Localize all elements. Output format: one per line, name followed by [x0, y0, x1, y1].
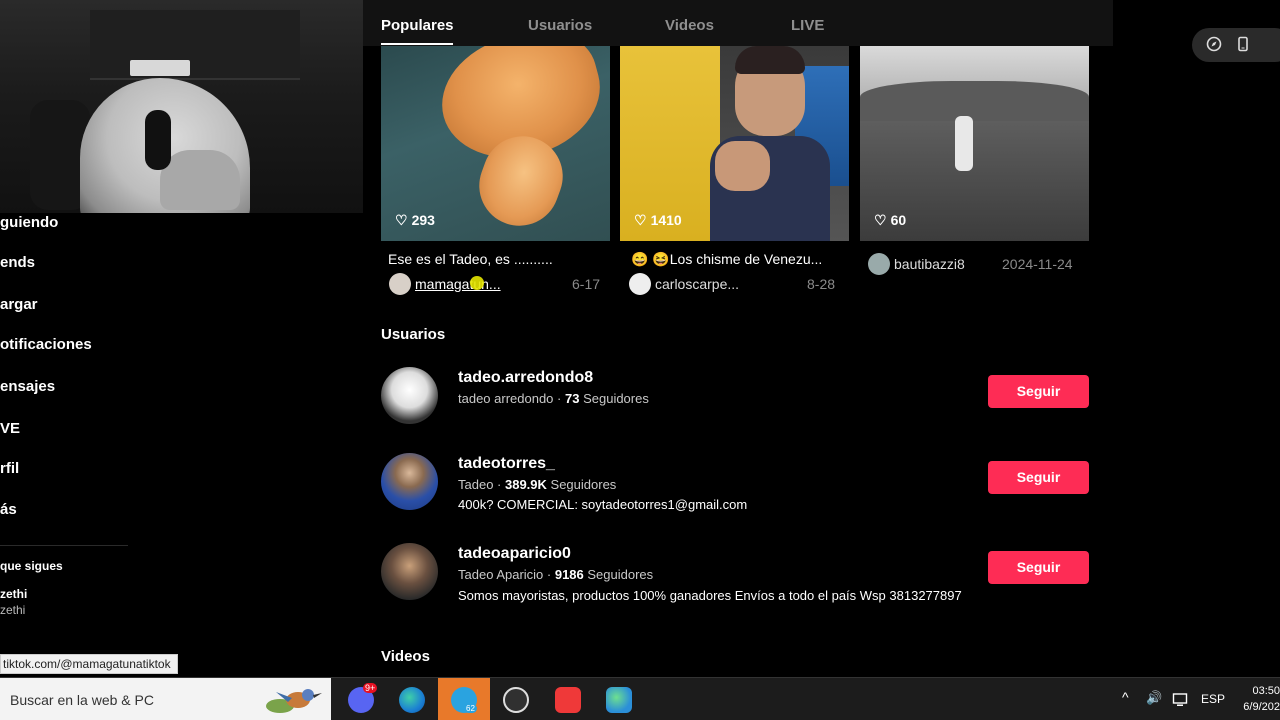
video-author[interactable]: carloscarpe...	[655, 276, 739, 292]
avatar[interactable]	[868, 253, 890, 275]
video-author[interactable]: mamagatun...	[415, 276, 501, 292]
webcam-overlay	[0, 0, 363, 213]
like-count: ♡ 1410	[634, 212, 682, 228]
following-account-name[interactable]: zethi	[0, 587, 27, 601]
tab-live[interactable]: LIVE	[791, 17, 824, 34]
avatar[interactable]	[389, 273, 411, 295]
avatar[interactable]	[381, 453, 438, 510]
telegram-badge: 62	[464, 704, 477, 713]
edge-icon[interactable]	[399, 687, 425, 713]
user-bio: 400k? COMERCIAL: soytadeotorres1@gmail.c…	[458, 497, 748, 512]
sidebar-item-profile[interactable]: rfil	[0, 460, 19, 477]
phone-icon[interactable]	[1234, 36, 1252, 54]
follow-button[interactable]: Seguir	[988, 461, 1089, 494]
follow-button[interactable]: Seguir	[988, 551, 1089, 584]
sidebar-item-more[interactable]: ás	[0, 501, 17, 518]
user-bio: Somos mayoristas, productos 100% ganador…	[458, 588, 962, 603]
user-handle[interactable]: tadeotorres_	[458, 455, 555, 473]
volume-icon[interactable]: 🔊	[1146, 690, 1162, 706]
video-card[interactable]: ♡ 1410	[620, 46, 849, 241]
avatar[interactable]	[381, 543, 438, 600]
vivaldi-icon[interactable]	[555, 687, 581, 713]
heart-icon: ♡	[395, 212, 408, 228]
like-count: ♡ 293	[395, 212, 435, 228]
video-caption[interactable]: Ese es el Tadeo, es ..........	[388, 251, 553, 267]
avatar[interactable]	[381, 367, 438, 424]
heart-icon: ♡	[874, 212, 887, 228]
following-accounts-title: que sigues	[0, 559, 63, 573]
chevron-up-icon[interactable]: ^	[1122, 689, 1129, 705]
clock-time: 03:50	[1252, 685, 1280, 697]
compass-icon[interactable]	[1205, 36, 1223, 54]
taskbar-search-placeholder: Buscar en la web & PC	[10, 692, 154, 708]
video-card[interactable]: ♡ 60	[860, 46, 1089, 241]
users-section-title: Usuarios	[381, 326, 446, 343]
tab-videos[interactable]: Videos	[665, 17, 714, 34]
like-count: ♡ 60	[874, 212, 907, 228]
windows-taskbar: Buscar en la web & PC 9+ 62 ^ 🔊 ESP 03:5…	[0, 677, 1280, 720]
edge-dev-icon[interactable]	[606, 687, 632, 713]
heart-icon: ♡	[634, 212, 647, 228]
discord-badge: 9+	[363, 683, 378, 693]
network-icon[interactable]	[1172, 692, 1190, 711]
following-account-handle: zethi	[0, 603, 26, 617]
video-card[interactable]: ♡ 293	[381, 46, 610, 241]
search-tabs-bar	[363, 0, 1113, 46]
video-author[interactable]: bautibazzi8	[894, 256, 965, 272]
mouse-cursor-highlight	[470, 276, 484, 290]
videos-section-title: Videos	[381, 648, 430, 665]
sidebar-item-following[interactable]: guiendo	[0, 214, 58, 231]
telegram-taskbar-active[interactable]: 62	[438, 678, 490, 720]
sidebar-item-upload[interactable]: argar	[0, 296, 38, 313]
tab-populares[interactable]: Populares	[381, 17, 454, 34]
sidebar-item-friends[interactable]: ends	[0, 254, 35, 271]
video-date: 8-28	[807, 276, 836, 292]
bird-illustration-icon	[266, 689, 322, 713]
user-handle[interactable]: tadeo.arredondo8	[458, 369, 593, 387]
user-meta: Tadeo Aparicio · 9186 Seguidores	[458, 567, 654, 582]
video-date: 2024-11-24	[1002, 256, 1073, 272]
user-handle[interactable]: tadeoaparicio0	[458, 545, 571, 563]
taskbar-search-box[interactable]: Buscar en la web & PC	[0, 678, 331, 720]
user-meta: Tadeo · 389.9K Seguidores	[458, 477, 617, 492]
video-caption[interactable]: 😄 😆Los chisme de Venezu...	[631, 251, 822, 268]
sidebar-divider	[0, 545, 128, 546]
clock-date: 6/9/202	[1243, 701, 1280, 713]
obs-icon[interactable]	[503, 687, 529, 713]
follow-button[interactable]: Seguir	[988, 375, 1089, 408]
video-date: 6-17	[572, 276, 601, 292]
tab-usuarios[interactable]: Usuarios	[528, 17, 592, 34]
status-url-tooltip: tiktok.com/@mamagatunatiktok	[0, 654, 178, 674]
language-indicator[interactable]: ESP	[1201, 692, 1225, 706]
taskbar-clock[interactable]: 03:50 6/9/202	[1238, 683, 1280, 715]
user-meta: tadeo arredondo · 73 Seguidores	[458, 391, 649, 406]
sidebar-item-live[interactable]: VE	[0, 420, 20, 437]
active-tab-indicator	[381, 43, 453, 45]
sidebar-item-messages[interactable]: ensajes	[0, 378, 55, 395]
avatar[interactable]	[629, 273, 651, 295]
discord-icon[interactable]: 9+	[348, 683, 378, 713]
sidebar-item-notifications[interactable]: otificaciones	[0, 336, 92, 353]
